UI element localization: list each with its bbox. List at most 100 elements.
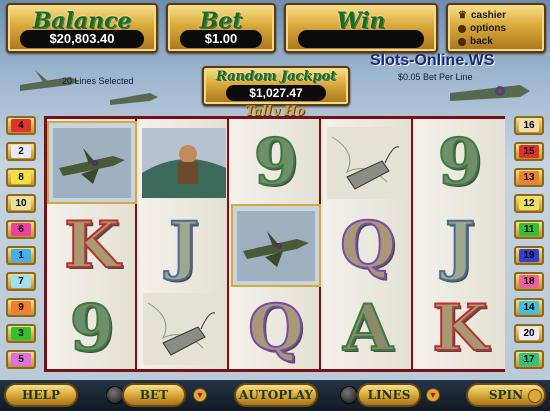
- line-button-2[interactable]: 2: [6, 142, 36, 161]
- map-dogtag-icon: [327, 126, 409, 199]
- line-button-9[interactable]: 9: [6, 298, 36, 317]
- reel-symbol: K: [415, 287, 505, 370]
- line-number: 18: [519, 275, 539, 288]
- line-number: 4: [11, 119, 31, 132]
- help-button[interactable]: HELP: [4, 383, 78, 407]
- reel-symbol: [323, 121, 413, 204]
- reel-symbol: [139, 287, 229, 370]
- line-number: 14: [519, 301, 539, 314]
- line-number: 19: [519, 249, 539, 262]
- symbol-9: 9: [253, 124, 300, 200]
- line-button-13[interactable]: 13: [514, 168, 544, 187]
- line-number: 6: [11, 223, 31, 236]
- autoplay-button[interactable]: AUTOPLAY: [234, 383, 318, 407]
- bet-button[interactable]: BET: [122, 383, 186, 407]
- line-number: 11: [519, 223, 539, 236]
- line-button-20[interactable]: 20: [514, 324, 544, 343]
- line-button-16[interactable]: 16: [514, 116, 544, 135]
- line-button-15[interactable]: 15: [514, 142, 544, 161]
- reel-symbol: 9: [231, 121, 321, 204]
- menu-panel: ♛ cashier options back: [446, 3, 546, 53]
- line-button-10[interactable]: 10: [6, 194, 36, 213]
- reel-symbol: [231, 204, 321, 287]
- symbol-k: K: [431, 290, 489, 366]
- control-bar: HELP BET ▼ AUTOPLAY LINES ▼ SPIN: [0, 380, 550, 411]
- back-link[interactable]: back: [458, 36, 493, 47]
- line-button-18[interactable]: 18: [514, 272, 544, 291]
- lines-coin-icon: [340, 386, 358, 404]
- reel-symbol: 9: [415, 121, 505, 204]
- header-bar: Balance $20,803.40 Bet $1.00 Win ♛ cashi…: [0, 0, 550, 60]
- balance-panel: Balance $20,803.40: [6, 3, 158, 53]
- line-number: 9: [11, 301, 31, 314]
- line-button-7[interactable]: 7: [6, 272, 36, 291]
- line-button-1[interactable]: 1: [6, 246, 36, 265]
- line-number: 8: [11, 171, 31, 184]
- reels-area[interactable]: K9J9QQA9JK: [44, 116, 505, 372]
- trophy-icon: ♛: [458, 10, 467, 21]
- line-button-12[interactable]: 12: [514, 194, 544, 213]
- reel: K9: [47, 119, 137, 369]
- win-value: [298, 30, 424, 48]
- line-number: 16: [519, 119, 539, 132]
- symbol-j: J: [168, 207, 200, 283]
- line-number: 12: [519, 197, 539, 210]
- line-number: 1: [11, 249, 31, 262]
- spitfire-plane-icon: [237, 210, 315, 281]
- line-button-8[interactable]: 8: [6, 168, 36, 187]
- line-button-4[interactable]: 4: [6, 116, 36, 135]
- reel-symbol: K: [47, 204, 137, 287]
- line-button-19[interactable]: 19: [514, 246, 544, 265]
- dot-icon: [458, 24, 466, 33]
- symbol-9: 9: [437, 124, 484, 200]
- bet-down-arrow-icon[interactable]: ▼: [193, 388, 207, 402]
- line-number: 3: [11, 327, 31, 340]
- lines-selected-text: 20 Lines Selected: [62, 76, 134, 86]
- line-number: 2: [11, 145, 31, 158]
- map-dogtag-icon: [143, 292, 225, 365]
- reel: 9JK: [415, 119, 505, 369]
- line-button-5[interactable]: 5: [6, 350, 36, 369]
- reel-symbol: A: [323, 287, 413, 370]
- reel: 9Q: [231, 119, 321, 369]
- balance-value: $20,803.40: [20, 30, 144, 48]
- reel-symbol: [139, 121, 229, 204]
- reel-symbol: J: [139, 204, 229, 287]
- line-button-17[interactable]: 17: [514, 350, 544, 369]
- reel-symbol: J: [415, 204, 505, 287]
- symbol-a: A: [342, 290, 394, 366]
- line-number: 13: [519, 171, 539, 184]
- symbol-k: K: [63, 207, 121, 283]
- symbol-j: J: [444, 207, 476, 283]
- line-number: 17: [519, 353, 539, 366]
- symbol-9: 9: [69, 290, 116, 366]
- site-logo: Slots-Online.WS: [370, 52, 495, 69]
- pilot-icon: [142, 127, 226, 198]
- jackpot-panel: Random Jackpot $1,027.47: [202, 66, 350, 106]
- reel-symbol: 9: [47, 287, 137, 370]
- jackpot-value: $1,027.47: [226, 85, 326, 101]
- bet-panel: Bet $1.00: [166, 3, 276, 53]
- line-number: 15: [519, 145, 539, 158]
- symbol-q: Q: [247, 290, 305, 366]
- line-button-11[interactable]: 11: [514, 220, 544, 239]
- win-panel: Win: [284, 3, 438, 53]
- options-link[interactable]: options: [458, 23, 506, 34]
- bet-per-line-text: $0.05 Bet Per Line: [398, 72, 473, 82]
- line-number: 5: [11, 353, 31, 366]
- lines-down-arrow-icon[interactable]: ▼: [426, 388, 440, 402]
- reel-symbol: Q: [231, 287, 321, 370]
- line-button-3[interactable]: 3: [6, 324, 36, 343]
- line-button-6[interactable]: 6: [6, 220, 36, 239]
- cashier-link[interactable]: ♛ cashier: [458, 10, 506, 21]
- spitfire-plane-icon: [53, 127, 131, 198]
- line-number: 20: [519, 327, 539, 340]
- bet-value: $1.00: [180, 30, 262, 48]
- line-button-14[interactable]: 14: [514, 298, 544, 317]
- reel-symbol: Q: [323, 204, 413, 287]
- reel-symbol: [47, 121, 137, 204]
- line-number: 10: [11, 197, 31, 210]
- reel: J: [139, 119, 229, 369]
- jackpot-label: Random Jackpot: [215, 69, 337, 84]
- lines-button[interactable]: LINES: [357, 383, 421, 407]
